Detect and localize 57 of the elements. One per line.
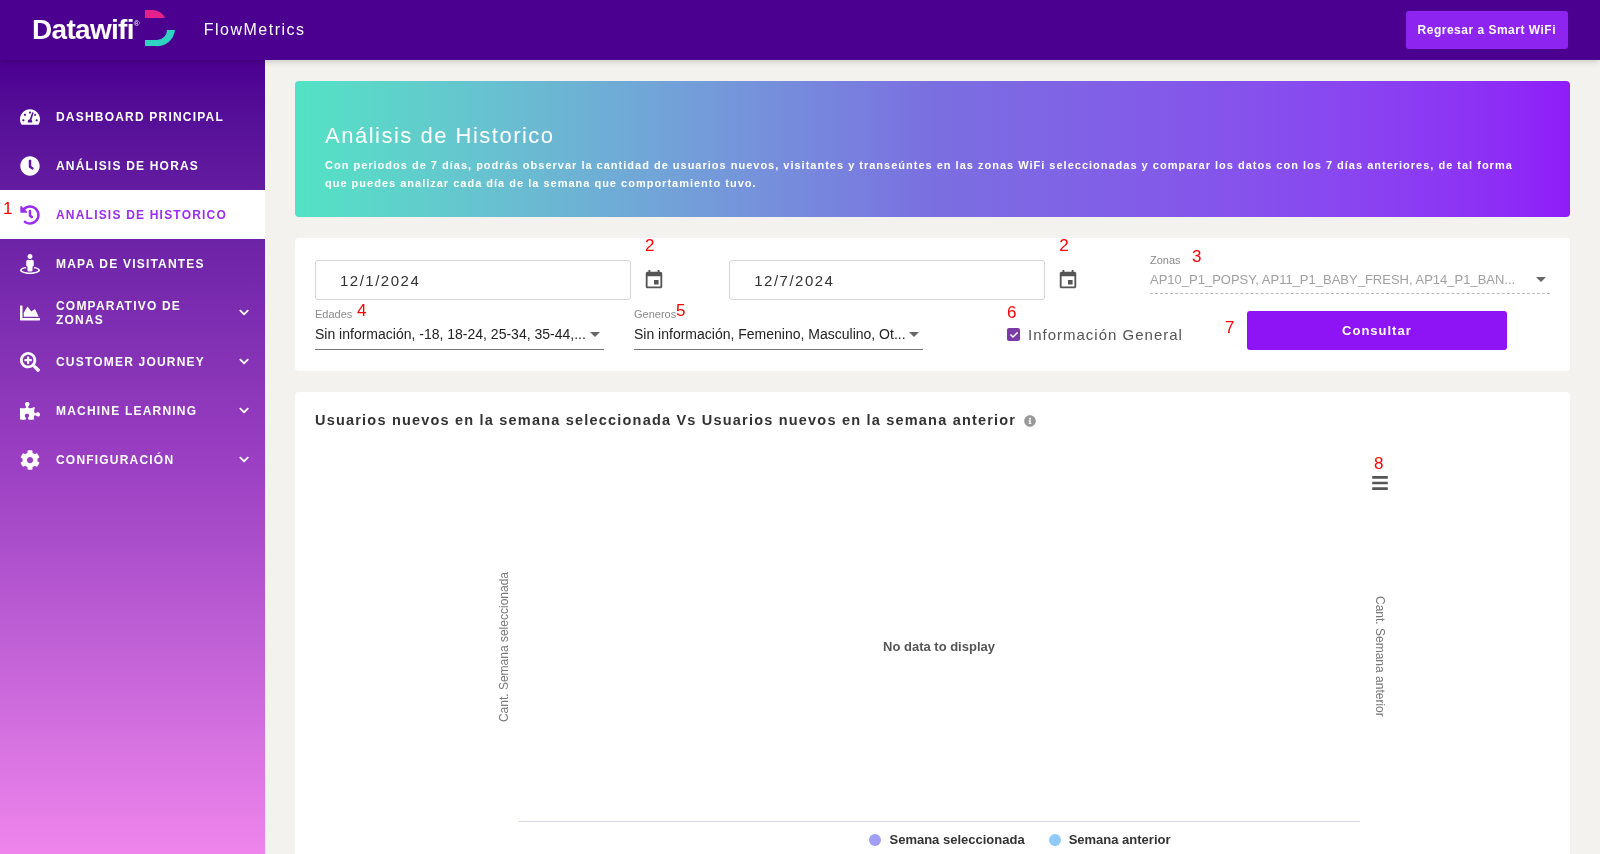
menu-icon [20, 204, 40, 225]
chart-title: Usuarios nuevos en la semana seleccionada Vs Usuarios nuevos en la semana anterior [315, 411, 1017, 430]
date-field[interactable]: 12/1/2024 [315, 260, 631, 300]
banner-title: Análisis de Historico [325, 122, 556, 150]
chevron-icon[interactable] [238, 405, 249, 416]
sidebar-item[interactable]: ANÁLISIS DE HORAS [0, 141, 265, 190]
submit-button[interactable]: Consultar [1246, 311, 1507, 350]
legend-label[interactable]: Semana seleccionada [889, 829, 1025, 850]
sidebar-item[interactable]: MACHINE LEARNING [0, 386, 265, 435]
checkbox-label: Información General [1028, 324, 1183, 345]
dropdown-field[interactable]: Sin información, Femenino, Masculino, Ot... [634, 322, 923, 350]
checkbox[interactable] [1007, 328, 1020, 342]
menu-icon [20, 351, 40, 372]
legend-label[interactable]: Semana anterior [1068, 829, 1171, 850]
sidebar-item[interactable]: MAPA DE VISITANTES [0, 239, 265, 288]
app-name: FlowMetrics [203, 20, 306, 40]
menu-icon [20, 449, 40, 470]
chevron-icon[interactable] [238, 454, 249, 465]
banner-description: Con periodos de 7 días, podrás observar la cantidad de usuarios nuevos, visitantes y transeúntes en las zonas WiFi seleccionadas y comparar los datos con los 7 días anteriores, de tal forma que puedes analizar cada día de la semana que comportamiento tuvo. [325, 158, 1514, 191]
menu-icon [20, 106, 40, 127]
sidebar-item[interactable]: DASHBOARD PRINCIPAL [0, 92, 265, 141]
menu-icon[interactable] [1371, 473, 1389, 492]
annotation-number: 4 [357, 302, 367, 319]
field-label: Edades [315, 307, 353, 322]
check-icon [1009, 330, 1018, 339]
chevron-icon[interactable] [238, 307, 249, 318]
info-icon[interactable] [1024, 414, 1037, 427]
logo-mark: ® [133, 18, 140, 28]
annotation-number: 6 [1007, 303, 1017, 321]
sidebar-item[interactable]: CONFIGURACIÓN [0, 435, 265, 484]
axis-label: Cant. Semana seleccionada [496, 571, 512, 722]
annotation-number: 7 [1224, 319, 1235, 336]
menu-icon [20, 253, 40, 274]
field-label: Generos [634, 308, 677, 322]
caret-icon [1536, 277, 1546, 282]
annotation-number: 5 [676, 302, 686, 319]
sidebar-item[interactable]: 1 ANALISIS DE HISTORICO [0, 190, 265, 239]
caret-icon [909, 332, 919, 337]
field-label: Zonas [1150, 252, 1181, 268]
annotation-number: 3 [1192, 247, 1202, 265]
annotation-number: 1 [3, 200, 13, 217]
annotation-number: 2 [1059, 237, 1069, 254]
dropdown-field[interactable]: Sin información, -18, 18-24, 25-34, 35-44,... [315, 322, 604, 350]
date-field[interactable]: 12/7/2024 [729, 260, 1046, 300]
sidebar-item[interactable]: COMPARATIVO DE ZONAS [0, 288, 265, 337]
annotation-number: 2 [645, 237, 655, 254]
chevron-icon[interactable] [238, 356, 249, 367]
menu-icon [20, 400, 40, 421]
annotation-number: 8 [1374, 454, 1384, 472]
sidebar-item[interactable]: CUSTOMER JOURNEY [0, 337, 265, 386]
logo-text: Datawifi [32, 13, 134, 47]
calendar-icon[interactable] [643, 269, 665, 291]
axis-label: Cant. Semana anterior [1372, 596, 1388, 718]
back-button[interactable]: Regresar a Smart WiFi [1405, 11, 1568, 49]
empty-message: No data to display [883, 637, 995, 656]
menu-icon [20, 155, 40, 176]
caret-icon [590, 332, 600, 337]
